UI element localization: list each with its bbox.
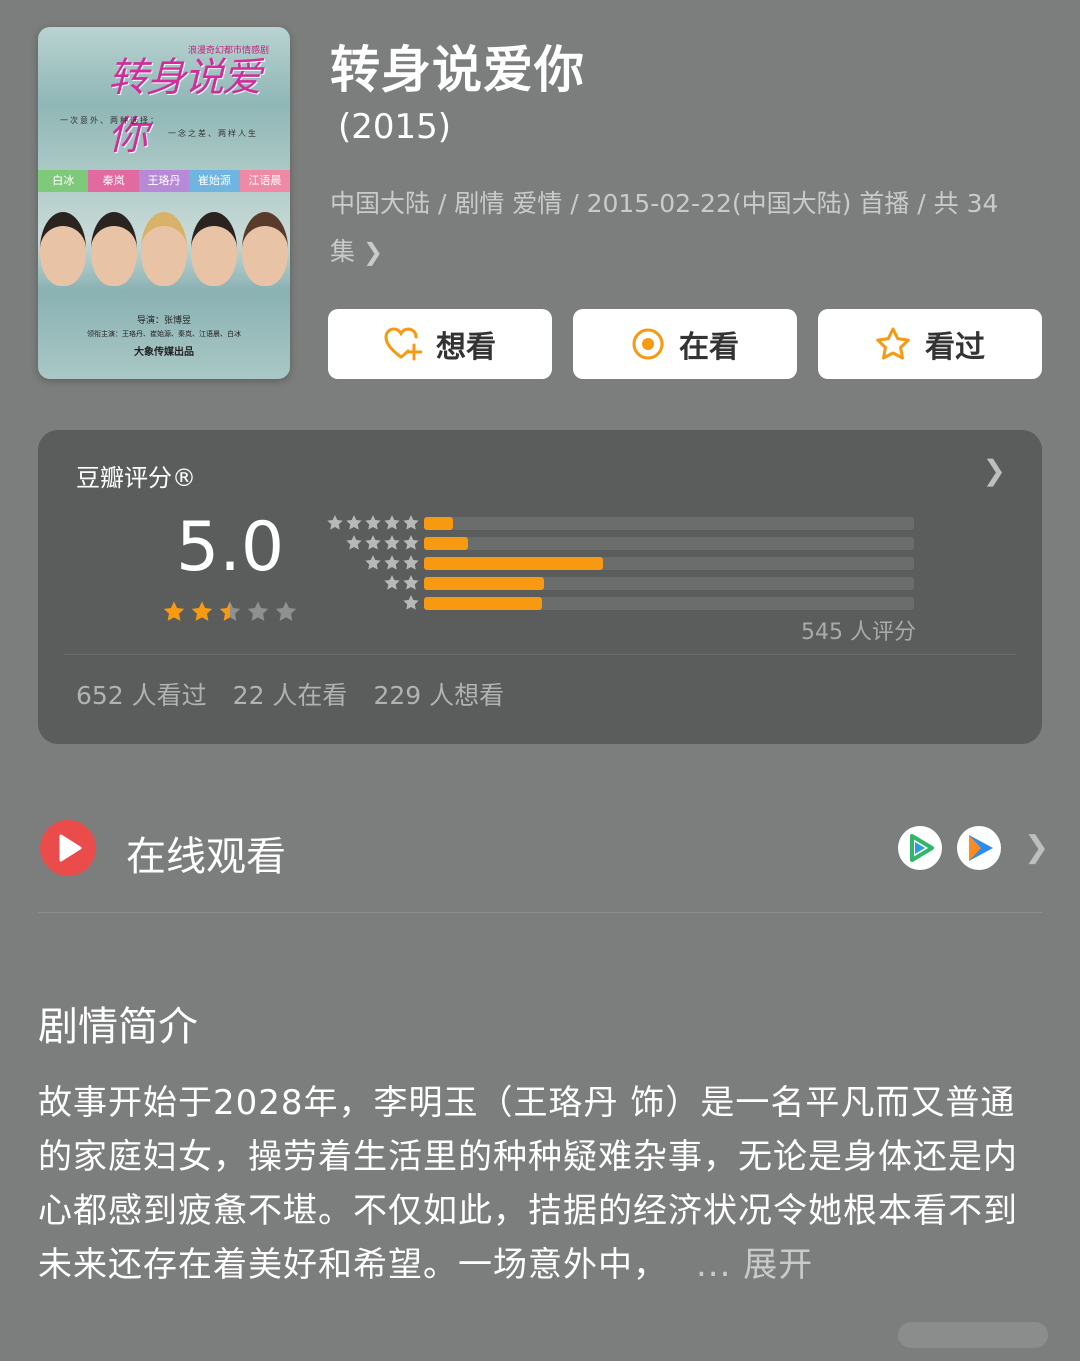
rating-bar-fill xyxy=(424,537,469,550)
star-icon xyxy=(384,555,400,570)
rating-score: 5.0 xyxy=(176,508,285,587)
poster-cast-name: 江语晨 xyxy=(239,170,290,192)
star-icon xyxy=(365,555,381,570)
watched-button[interactable]: 看过 xyxy=(818,309,1042,379)
rating-card[interactable]: 豆瓣评分® ❯ 5.0 545 人评分 652 人看过 22 人在看 229 人… xyxy=(38,430,1042,744)
star-icon xyxy=(384,535,400,550)
rating-count: 545 人评分 xyxy=(801,620,916,645)
poster-face xyxy=(241,212,288,286)
poster-cast-name: 王珞丹 xyxy=(138,170,190,192)
poster-face xyxy=(140,212,187,286)
star-icon xyxy=(403,595,419,610)
poster-director: 导演：张博昱 xyxy=(136,316,191,326)
star-icon xyxy=(384,575,400,590)
poster-faces xyxy=(38,202,290,312)
watched-count[interactable]: 652 人看过 xyxy=(76,676,207,712)
star-icon xyxy=(384,515,400,530)
poster-image[interactable]: 浪漫奇幻都市情感剧 转身说爱你 一次意外、两种选择； 一念之差、两样人生 白冰 … xyxy=(38,27,290,379)
release-year: (2015) xyxy=(338,107,452,147)
rating-bar-fill xyxy=(424,577,545,590)
bar-star-label xyxy=(364,554,420,574)
star-icon xyxy=(403,555,419,570)
watermark xyxy=(898,1322,1048,1348)
chevron-right-icon: ❯ xyxy=(363,238,384,266)
synopsis-text: 故事开始于2028年，李明玉（王珞丹 饰）是一名平凡而又普通的家庭妇女，操劳着生… xyxy=(38,1076,1038,1292)
online-watch-title[interactable]: 在线观看 xyxy=(126,824,286,882)
want-label: 想看 xyxy=(436,330,496,365)
play-icon xyxy=(40,820,96,876)
poster-title: 转身说爱你 xyxy=(108,55,262,159)
heart-plus-icon xyxy=(384,327,422,361)
watching-button[interactable]: 在看 xyxy=(573,309,797,379)
star-icon xyxy=(403,575,419,590)
page-title: 转身说爱你 xyxy=(330,41,585,99)
rating-bar-fill xyxy=(424,597,542,610)
rating-bar-row xyxy=(322,574,932,594)
rating-label: 豆瓣评分® xyxy=(76,464,196,492)
star-icon xyxy=(365,515,381,530)
poster-line1: 一次意外、两种选择； xyxy=(60,116,160,125)
rating-bar-row xyxy=(322,554,932,574)
poster-face xyxy=(40,212,87,286)
rating-stats: 652 人看过 22 人在看 229 人想看 xyxy=(76,676,504,712)
star-icon xyxy=(219,601,241,621)
poster-starring: 领衔主演：王珞丹、崔始源、秦岚、江语晨、白冰 xyxy=(87,330,241,338)
want-count[interactable]: 229 人想看 xyxy=(373,676,504,712)
star-icon xyxy=(403,535,419,550)
rating-bar-track xyxy=(424,557,914,570)
bar-star-label xyxy=(402,594,420,614)
bar-star-label xyxy=(326,514,420,534)
poster-cast-name: 白冰 xyxy=(38,170,89,192)
want-button[interactable]: 想看 xyxy=(328,309,552,379)
watched-label: 看过 xyxy=(925,330,985,365)
divider xyxy=(64,654,1016,655)
rating-bar-row xyxy=(322,534,932,554)
star-icon xyxy=(346,535,362,550)
rating-bar-row xyxy=(322,594,932,614)
meta-text: 中国大陆 / 剧情 爱情 / 2015-02-22(中国大陆) 首播 / 共 3… xyxy=(330,189,999,266)
expand-link[interactable]: ... 展开 xyxy=(696,1245,813,1285)
section-divider xyxy=(38,912,1042,913)
synopsis-body: 故事开始于2028年，李明玉（王珞丹 饰）是一名平凡而又普通的家庭妇女，操劳着生… xyxy=(38,1083,1018,1285)
rating-bar-track xyxy=(424,577,914,590)
star-icon xyxy=(346,515,362,530)
meta-info[interactable]: 中国大陆 / 剧情 爱情 / 2015-02-22(中国大陆) 首播 / 共 3… xyxy=(330,180,1030,276)
poster-cast-name: 秦岚 xyxy=(88,170,139,192)
star-icon xyxy=(163,601,185,621)
poster-cast-name: 崔始源 xyxy=(189,170,240,192)
poster-face xyxy=(191,212,238,286)
star-icon xyxy=(327,515,343,530)
star-icon xyxy=(365,535,381,550)
target-icon xyxy=(632,328,664,360)
rating-bar-track xyxy=(424,537,914,550)
poster-face xyxy=(90,212,137,286)
rating-bar-row xyxy=(322,514,932,534)
star-icon xyxy=(247,601,269,621)
synopsis-title: 剧情简介 xyxy=(38,1004,198,1050)
poster-producer: 大象传媒出品 xyxy=(134,347,194,358)
bar-star-label xyxy=(383,574,420,594)
star-icon xyxy=(191,601,213,621)
rating-bar-track xyxy=(424,517,914,530)
poster-cast-stripes: 白冰 秦岚 王珞丹 崔始源 江语晨 xyxy=(38,170,290,192)
star-icon xyxy=(876,327,910,360)
iqiyi-app-icon[interactable] xyxy=(898,826,942,870)
watching-count[interactable]: 22 人在看 xyxy=(233,676,348,712)
rating-distribution xyxy=(322,514,932,614)
rating-bar-fill xyxy=(424,517,454,530)
poster-line2: 一念之差、两样人生 xyxy=(168,129,258,138)
watching-label: 在看 xyxy=(679,330,739,365)
rating-bar-fill xyxy=(424,557,603,570)
star-icon xyxy=(403,515,419,530)
chevron-right-icon: ❯ xyxy=(982,454,1006,487)
star-icon xyxy=(275,601,297,621)
tencent-video-app-icon[interactable] xyxy=(957,826,1001,870)
rating-stars xyxy=(162,600,298,624)
chevron-right-icon[interactable]: ❯ xyxy=(1024,830,1049,865)
rating-bar-track xyxy=(424,597,914,610)
bar-star-label xyxy=(345,534,420,554)
